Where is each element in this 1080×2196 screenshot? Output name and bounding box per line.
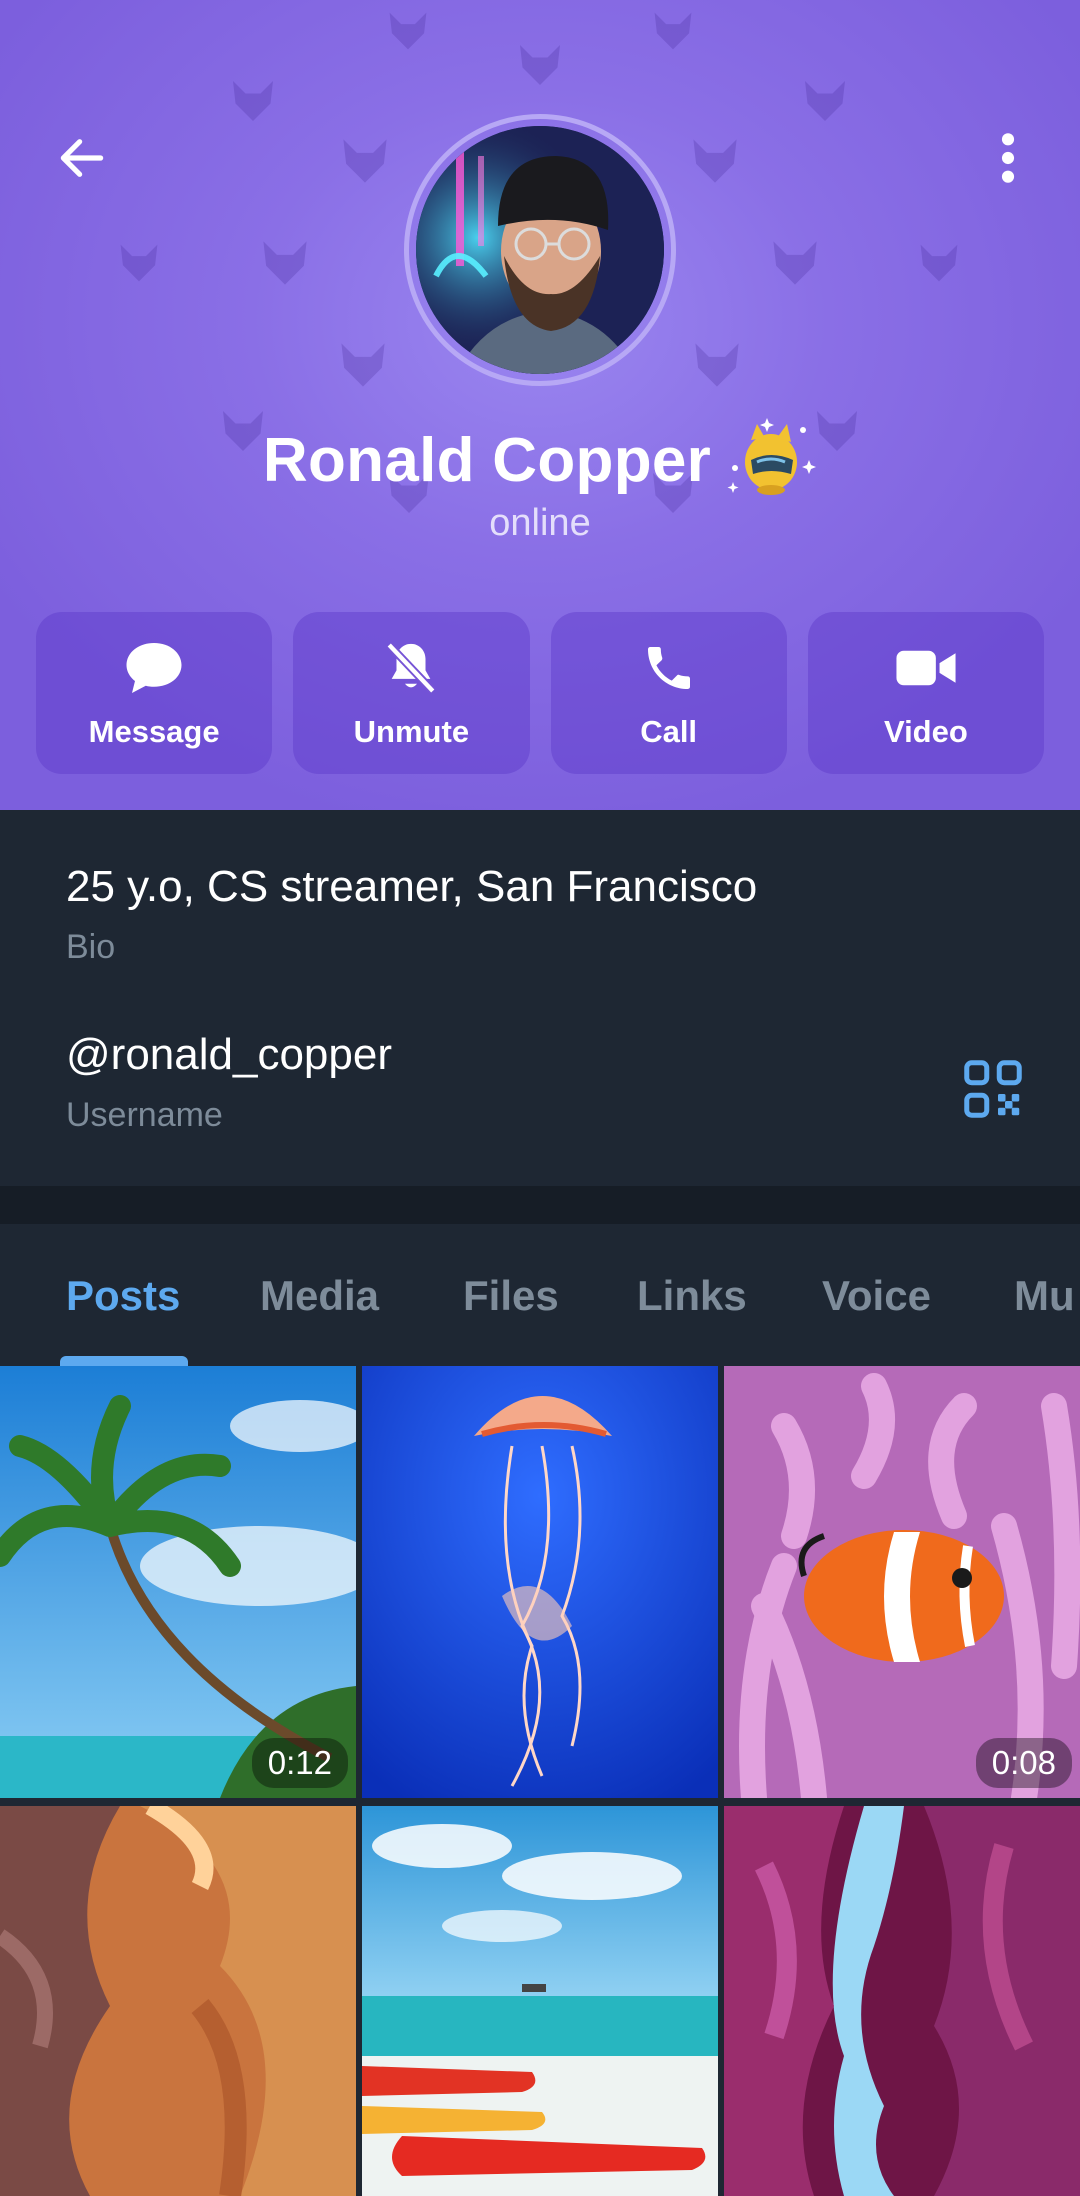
qr-code-icon <box>964 1060 1022 1118</box>
clownfish-image <box>724 1366 1080 1798</box>
kayaks-beach-image <box>362 1806 718 2196</box>
more-options-button[interactable] <box>966 116 1050 200</box>
video-duration-badge: 0:12 <box>251 1738 348 1788</box>
fox-pattern-icon <box>520 45 560 85</box>
avatar[interactable] <box>416 126 664 374</box>
phone-icon <box>647 647 690 689</box>
arrow-left-icon <box>60 139 104 177</box>
tab-posts[interactable]: Posts <box>66 1272 180 1320</box>
fox-pattern-icon <box>341 343 385 387</box>
bell-off-icon <box>386 642 437 694</box>
video-button[interactable]: Video <box>807 612 1044 774</box>
tab-music[interactable]: Mu <box>1014 1272 1075 1320</box>
canyon-image <box>0 1806 356 2196</box>
chat-bubble-icon <box>126 643 182 693</box>
fox-pattern-icon <box>693 139 737 183</box>
fox-pattern-icon <box>773 241 817 285</box>
username-label: Username <box>66 1096 223 1134</box>
media-tile-jellyfish[interactable] <box>362 1366 718 1798</box>
bio-row[interactable]: 25 y.o, CS streamer, San Francisco Bio <box>66 862 966 967</box>
fox-pattern-icon <box>233 81 273 121</box>
profile-actions: Message Unmute Call Video <box>36 612 1044 774</box>
jellyfish-image <box>362 1366 718 1798</box>
username-value: @ronald_copper <box>66 1030 392 1079</box>
message-button[interactable]: Message <box>36 612 273 774</box>
tab-voice[interactable]: Voice <box>822 1272 931 1320</box>
purple-canyon-image <box>724 1806 1080 2196</box>
fox-pattern-icon <box>920 244 958 282</box>
tab-files[interactable]: Files <box>463 1272 559 1320</box>
video-button-label: Video <box>883 714 968 749</box>
call-button-label: Call <box>640 714 698 749</box>
media-tile-palm-beach[interactable]: 0:12 <box>0 1366 356 1798</box>
media-tile-purple-canyon[interactable] <box>724 1806 1080 2196</box>
helmet-emoji-icon[interactable] <box>721 412 817 508</box>
section-divider <box>0 1186 1080 1224</box>
fox-pattern-icon <box>695 343 739 387</box>
tab-media[interactable]: Media <box>260 1272 379 1320</box>
message-button-label: Message <box>88 714 220 749</box>
media-tabs: Posts Media Files Links Voice Mu <box>0 1224 1080 1366</box>
media-grid: 0:12 0:08 <box>0 1366 1080 2196</box>
media-tile-canyon[interactable] <box>0 1806 356 2196</box>
unmute-button[interactable]: Unmute <box>293 612 530 774</box>
bio-value: 25 y.o, CS streamer, San Francisco <box>66 862 758 911</box>
video-camera-icon <box>896 650 956 686</box>
profile-photo-icon <box>416 126 664 374</box>
fox-pattern-icon <box>389 12 427 50</box>
media-tile-clownfish[interactable]: 0:08 <box>724 1366 1080 1798</box>
profile-info: 25 y.o, CS streamer, San Francisco Bio @… <box>0 810 1080 1186</box>
tab-links[interactable]: Links <box>637 1272 747 1320</box>
back-button[interactable] <box>40 116 124 200</box>
fox-pattern-icon <box>654 12 692 50</box>
profile-header: Ronald Copper online Message Unmute Call… <box>0 0 1080 810</box>
call-button[interactable]: Call <box>550 612 787 774</box>
profile-name-text: Ronald Copper <box>262 425 712 495</box>
video-duration-badge: 0:08 <box>975 1738 1072 1788</box>
media-tile-kayaks-beach[interactable] <box>362 1806 718 2196</box>
username-row[interactable]: @ronald_copper Username <box>66 1030 966 1135</box>
avatar-ring[interactable] <box>404 114 676 386</box>
fox-pattern-icon <box>805 81 845 121</box>
unmute-button-label: Unmute <box>353 714 470 749</box>
qr-code-button[interactable] <box>950 1046 1036 1132</box>
more-vertical-icon <box>1001 133 1015 183</box>
bio-label: Bio <box>66 928 116 966</box>
profile-status: online <box>489 502 591 544</box>
profile-name: Ronald Copper <box>0 412 1080 508</box>
fox-pattern-icon <box>343 139 387 183</box>
fox-pattern-icon <box>263 241 307 285</box>
active-tab-indicator <box>60 1356 188 1366</box>
fox-pattern-icon <box>120 244 158 282</box>
palm-beach-image <box>0 1366 356 1798</box>
profile-screen: Ronald Copper online Message Unmute Call… <box>0 0 1080 2196</box>
